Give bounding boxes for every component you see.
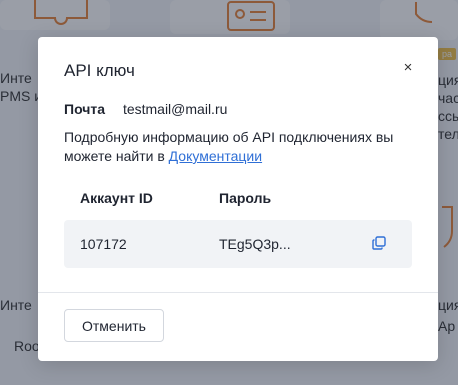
th-password: Пароль (219, 190, 272, 206)
email-label: Почта (64, 101, 106, 117)
cancel-button[interactable]: Отменить (64, 309, 164, 342)
documentation-link[interactable]: Документации (169, 148, 262, 164)
copy-icon[interactable] (372, 236, 386, 250)
password-value: TEg5Q3p... (219, 236, 291, 252)
th-account-id: Аккаунт ID (80, 190, 153, 206)
modal-title: API ключ (64, 61, 135, 80)
close-icon[interactable]: × (400, 59, 416, 76)
account-id-value: 107172 (80, 236, 127, 252)
info-text: Подробную информацию об API подключениях… (64, 128, 404, 166)
footer-divider (38, 292, 438, 293)
table-row: 107172 TEg5Q3p... (64, 220, 412, 268)
api-key-modal: API ключ × Почта testmail@mail.ru Подроб… (38, 37, 438, 361)
email-value: testmail@mail.ru (122, 101, 228, 117)
email-row: Почта testmail@mail.ru (64, 101, 227, 117)
table-header: Аккаунт ID Пароль (80, 190, 271, 206)
